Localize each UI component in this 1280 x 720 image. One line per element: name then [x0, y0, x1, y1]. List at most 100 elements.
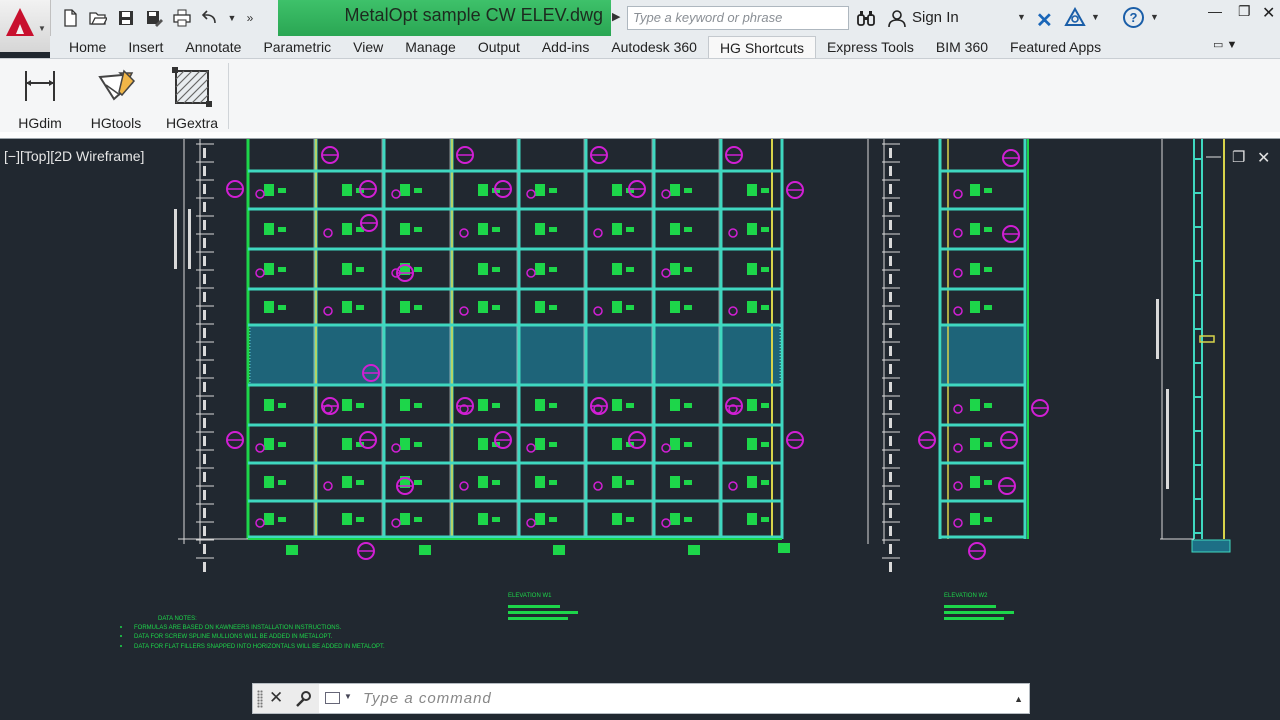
- viewport-close-icon[interactable]: ✕: [1257, 148, 1270, 168]
- dimension-text: [889, 364, 892, 374]
- close-window-icon[interactable]: ✕: [1262, 3, 1275, 23]
- command-history-icon[interactable]: ▲: [1014, 694, 1023, 704]
- hgtools-button[interactable]: HGtools: [82, 63, 150, 131]
- anchor-clip: [670, 263, 680, 275]
- command-input[interactable]: ▼ Type a command ▲: [319, 684, 1029, 713]
- exchange-apps-icon[interactable]: ✕: [1036, 8, 1053, 33]
- anchor-clip: [492, 517, 500, 522]
- chevron-down-icon[interactable]: ▼: [1091, 12, 1100, 22]
- dimension-text: [203, 436, 206, 446]
- tag-small: [459, 306, 469, 316]
- viewport-controls-label[interactable]: [−][Top][2D Wireframe]: [4, 148, 144, 164]
- anchor-clip: [278, 517, 286, 522]
- tab-hg-shortcuts[interactable]: HG Shortcuts: [707, 36, 816, 59]
- undo-dropdown-icon[interactable]: ▼: [226, 7, 238, 29]
- anchor-clip: [535, 438, 545, 450]
- anchor-clip: [761, 517, 769, 522]
- wrench-icon[interactable]: [294, 690, 312, 708]
- tag-small: [391, 443, 401, 453]
- new-file-icon[interactable]: [58, 7, 82, 29]
- command-prompt-icon[interactable]: [325, 692, 340, 704]
- drawing-viewport[interactable]: ELEVATION W1 ELEVATION W2 DATA NOTES: FORMU…: [0, 139, 1280, 720]
- close-icon[interactable]: ✕: [269, 688, 283, 708]
- drawing-canvas[interactable]: ELEVATION W1 ELEVATION W2 DATA NOTES: FORMU…: [0, 139, 1280, 720]
- note-bullet: [120, 645, 122, 647]
- tab-home[interactable]: Home: [58, 36, 117, 58]
- viewport-restore-icon[interactable]: ❐: [1232, 148, 1245, 166]
- dimension-text: [889, 310, 892, 320]
- tab-annotate[interactable]: Annotate: [174, 36, 252, 58]
- restore-window-icon[interactable]: ❐: [1238, 3, 1251, 20]
- hgextra-button[interactable]: HGextra: [158, 63, 226, 131]
- open-folder-icon[interactable]: [86, 7, 110, 29]
- tab-manage[interactable]: Manage: [394, 36, 467, 58]
- anchor-clip: [264, 223, 274, 235]
- chevron-down-icon[interactable]: ▼: [1017, 12, 1026, 22]
- tag-small: [661, 443, 671, 453]
- tag-small: [459, 481, 469, 491]
- tag-small: [391, 189, 401, 199]
- save-icon[interactable]: [114, 7, 138, 29]
- anchor-clip: [970, 438, 980, 450]
- minimize-window-icon[interactable]: —: [1208, 3, 1222, 19]
- viewport-minimize-icon[interactable]: —: [1206, 148, 1221, 165]
- anchor-clip: [549, 517, 557, 522]
- anchor-clip: [278, 480, 286, 485]
- title-expand-icon[interactable]: ▶: [612, 10, 620, 23]
- tab-express-tools[interactable]: Express Tools: [816, 36, 925, 58]
- anchor-clip: [684, 442, 692, 447]
- anchor-clip: [278, 227, 286, 232]
- chevron-down-icon[interactable]: ▼: [344, 692, 352, 701]
- dimension-text: [203, 184, 206, 194]
- command-placeholder: Type a command: [363, 690, 492, 707]
- drag-grip-icon[interactable]: [257, 690, 263, 708]
- hgdim-button[interactable]: HGdim: [6, 63, 74, 131]
- anchor-clip: [670, 513, 680, 525]
- anchor-clip: [612, 476, 622, 488]
- anchor-clip: [535, 476, 545, 488]
- help-icon[interactable]: ?: [1123, 7, 1144, 28]
- undo-icon[interactable]: [198, 7, 222, 29]
- anchor-clip: [535, 223, 545, 235]
- dimension-text: [203, 310, 206, 320]
- anchor-clip: [400, 513, 410, 525]
- tag-small: [953, 228, 963, 238]
- dimension-text: [203, 328, 206, 338]
- search-input[interactable]: Type a keyword or phrase: [627, 6, 849, 30]
- sign-in-link[interactable]: Sign In: [912, 9, 959, 26]
- anchor-clip: [414, 517, 422, 522]
- more-tools-icon[interactable]: »: [242, 7, 258, 29]
- chevron-down-icon: ▼: [38, 24, 46, 33]
- tab-add-ins[interactable]: Add-ins: [531, 36, 600, 58]
- anchor-clip: [356, 305, 364, 310]
- anchor-clip: [478, 223, 488, 235]
- tag-small: [323, 306, 333, 316]
- tab-output[interactable]: Output: [467, 36, 531, 58]
- sill-clip: [553, 545, 565, 555]
- user-icon[interactable]: [888, 9, 906, 27]
- anchor-clip: [612, 399, 622, 411]
- anchor-clip: [761, 227, 769, 232]
- plot-printer-icon[interactable]: [170, 7, 194, 29]
- anchor-clip: [747, 301, 757, 313]
- anchor-clip: [342, 184, 352, 196]
- anchor-clip: [761, 267, 769, 272]
- chevron-down-icon[interactable]: ▼: [1150, 12, 1159, 22]
- elevation-subtitle-bar: [944, 611, 1014, 614]
- anchor-clip: [400, 438, 410, 450]
- anchor-clip: [747, 223, 757, 235]
- a360-icon[interactable]: [1064, 7, 1086, 29]
- tab-view[interactable]: View: [342, 36, 394, 58]
- ribbon-options-icon[interactable]: ▭ ▼: [1213, 38, 1237, 51]
- application-menu-button[interactable]: ▼: [0, 0, 51, 52]
- dimension-text: [889, 148, 892, 158]
- anchor-clip: [626, 403, 634, 408]
- save-as-icon[interactable]: [142, 7, 166, 29]
- tab-bim-360[interactable]: BIM 360: [925, 36, 999, 58]
- tab-featured-apps[interactable]: Featured Apps: [999, 36, 1112, 58]
- anchor-clip: [535, 184, 545, 196]
- tab-parametric[interactable]: Parametric: [252, 36, 342, 58]
- binoculars-search-icon[interactable]: [856, 8, 876, 28]
- tab-autodesk-360[interactable]: Autodesk 360: [600, 36, 708, 58]
- tab-insert[interactable]: Insert: [117, 36, 174, 58]
